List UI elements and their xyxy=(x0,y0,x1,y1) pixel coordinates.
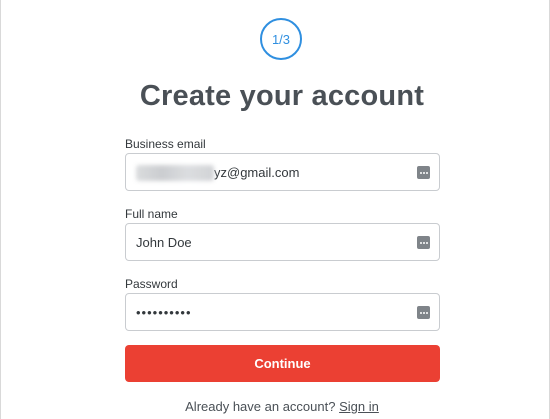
page-frame: 1/3 Create your account Business email F… xyxy=(0,0,550,419)
email-field-container xyxy=(125,153,440,191)
full-name-field-container xyxy=(125,223,440,261)
signin-prompt-row: Already have an account? Sign in xyxy=(1,399,550,414)
redacted-email-prefix xyxy=(136,165,214,181)
email-label: Business email xyxy=(125,137,206,151)
continue-button[interactable]: Continue xyxy=(125,345,440,382)
page-title: Create your account xyxy=(139,80,425,112)
autofill-key-icon[interactable] xyxy=(417,236,430,249)
signin-prompt-text: Already have an account? xyxy=(185,399,336,414)
autofill-key-icon[interactable] xyxy=(417,166,430,179)
password-field-container xyxy=(125,293,440,331)
autofill-key-icon[interactable] xyxy=(417,306,430,319)
full-name-label: Full name xyxy=(125,207,178,221)
step-indicator-text: 1/3 xyxy=(271,31,291,47)
step-indicator: 1/3 xyxy=(260,18,302,60)
password-label: Password xyxy=(125,277,178,291)
full-name-field[interactable] xyxy=(126,224,439,260)
password-field[interactable] xyxy=(126,294,439,330)
sign-in-link[interactable]: Sign in xyxy=(339,399,379,414)
